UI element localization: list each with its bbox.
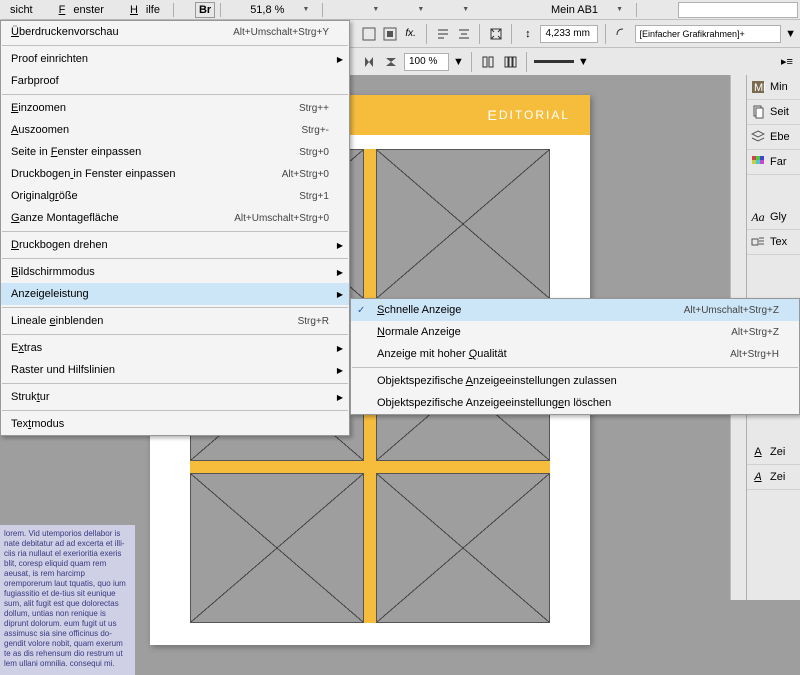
menu-item[interactable]: Proof einrichten▶: [1, 48, 349, 70]
panel-char[interactable]: AZei: [747, 440, 800, 465]
menu-item[interactable]: Ganze MontageflächeAlt+Umschalt+Strg+0: [1, 207, 349, 229]
svg-text:Mb: Mb: [754, 82, 765, 94]
menu-item[interactable]: Textmodus: [1, 413, 349, 435]
menu-item[interactable]: Anzeigeleistung▶: [1, 283, 349, 305]
workspace-menu[interactable]: Mein AB1: [543, 2, 606, 18]
zoom-dropdown-icon[interactable]: ▼: [294, 4, 317, 15]
panel-textwrap[interactable]: Tex: [747, 230, 800, 255]
dimension-field[interactable]: [540, 25, 598, 43]
frame-style[interactable]: [635, 25, 782, 43]
view-menu: ÜberdruckenvorschauAlt+Umschalt+Strg+Y Pr…: [0, 20, 350, 436]
columns-icon[interactable]: [479, 53, 497, 71]
menu-item[interactable]: Druckbogen in Fenster einpassenAlt+Strg+…: [1, 163, 349, 185]
menu-item[interactable]: Anzeige mit hoher QualitätAlt+Strg+H: [351, 343, 799, 365]
search-icon: [658, 1, 676, 19]
menubar: sicht Fenster Hilfe Br 51,8 % ▼ ▼ ▼ ▼ Me…: [0, 0, 800, 20]
menu-item[interactable]: Objektspezifische Anzeigeeinstellungen z…: [351, 370, 799, 392]
menu-item[interactable]: OriginalgrößeStrg+1: [1, 185, 349, 207]
fx-icon[interactable]: fx.: [402, 25, 419, 43]
menu-item[interactable]: ÜberdruckenvorschauAlt+Umschalt+Strg+Y: [1, 21, 349, 43]
panel-mini[interactable]: MbMin: [747, 75, 800, 100]
display-performance-submenu: ✓Schnelle AnzeigeAlt+Umschalt+Strg+ZNorm…: [350, 298, 800, 415]
frame-fit-icon[interactable]: [487, 25, 504, 43]
tool-b-icon[interactable]: [381, 25, 398, 43]
menu-item[interactable]: EinzoomenStrg++: [1, 97, 349, 119]
search-input[interactable]: [678, 2, 798, 18]
graphic-frame[interactable]: [190, 473, 364, 623]
menu-ansicht[interactable]: sicht: [2, 2, 41, 18]
panel-char2[interactable]: AZei: [747, 465, 800, 490]
menu-item[interactable]: Seite in Fenster einpassenStrg+0: [1, 141, 349, 163]
panel-glyphs[interactable]: AaGly: [747, 205, 800, 230]
menu-item[interactable]: Lineale einblendenStrg+R: [1, 310, 349, 332]
panel-layers[interactable]: Ebe: [747, 125, 800, 150]
view-options-icon[interactable]: [344, 1, 362, 19]
graphic-frame[interactable]: [376, 473, 550, 623]
gap-icon[interactable]: ↕: [519, 25, 536, 43]
menu-item[interactable]: Objektspezifische Anzeigeeinstellungen l…: [351, 392, 799, 414]
text-frame[interactable]: lorem. Vid utemporios dellabor is nate d…: [0, 525, 135, 675]
menu-fenster[interactable]: Fenster: [43, 2, 112, 18]
menu-item[interactable]: Raster und Hilfslinien▶: [1, 359, 349, 381]
flip-v-icon[interactable]: [382, 53, 400, 71]
percent-field[interactable]: [404, 53, 449, 71]
panel-pages[interactable]: Seit: [747, 100, 800, 125]
menu-item[interactable]: Farbproof: [1, 70, 349, 92]
zoom-level[interactable]: 51,8 %: [242, 2, 292, 18]
screen-mode-icon[interactable]: [389, 1, 407, 19]
menu-item[interactable]: Struktur▶: [1, 386, 349, 408]
panel-swatches[interactable]: Far: [747, 150, 800, 175]
menu-hilfe[interactable]: Hilfe: [114, 2, 168, 18]
menu-item[interactable]: AuszoomenStrg+-: [1, 119, 349, 141]
flip-h-icon[interactable]: [360, 53, 378, 71]
graphic-frame[interactable]: [376, 149, 550, 299]
bridge-button[interactable]: Br: [195, 2, 215, 18]
panel-menu-icon[interactable]: ▸≡: [778, 53, 796, 71]
menu-item[interactable]: Extras▶: [1, 337, 349, 359]
menu-item[interactable]: Druckbogen drehen▶: [1, 234, 349, 256]
menu-item[interactable]: ✓Schnelle AnzeigeAlt+Umschalt+Strg+Z: [351, 299, 799, 321]
columns2-icon[interactable]: [501, 53, 519, 71]
corner-icon[interactable]: [613, 25, 630, 43]
tool-a-icon[interactable]: [360, 25, 377, 43]
align2-icon[interactable]: [455, 25, 472, 43]
align-icon[interactable]: [434, 25, 451, 43]
menu-item[interactable]: Bildschirmmodus▶: [1, 261, 349, 283]
arrange-icon[interactable]: [434, 1, 452, 19]
menu-item[interactable]: Normale AnzeigeAlt+Strg+Z: [351, 321, 799, 343]
